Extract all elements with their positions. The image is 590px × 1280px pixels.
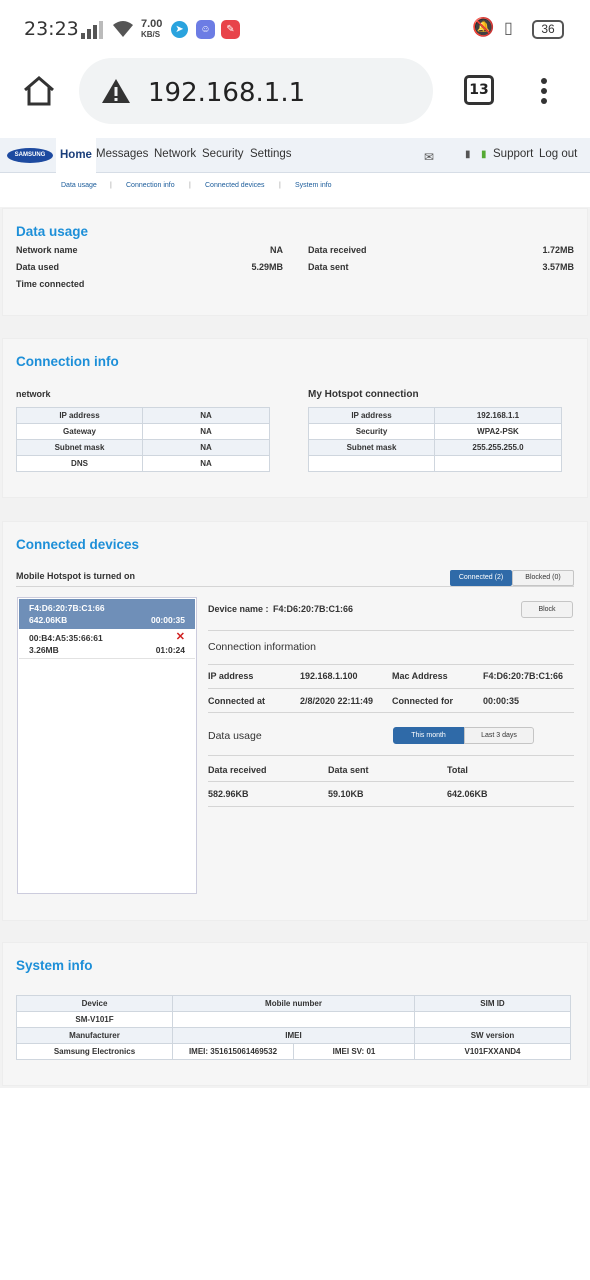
network-name-value: NA	[270, 245, 283, 255]
mac-value: F4:D6:20:7B:C1:66	[483, 671, 564, 681]
section-title: Connection info	[16, 354, 119, 369]
home-icon[interactable]	[22, 75, 56, 107]
table-row	[308, 455, 562, 472]
table-row: Subnet mask NA	[16, 439, 270, 456]
nav-home[interactable]: Home	[56, 138, 96, 173]
network-name-label: Network name	[16, 245, 78, 255]
table-row: DNS NA	[16, 455, 270, 472]
subnav-connection-info[interactable]: Connection info	[126, 182, 175, 189]
discord-icon: ☺	[196, 20, 215, 39]
more-menu-icon[interactable]	[538, 77, 550, 107]
device-list: F4:D6:20:7B:C1:66 642.06KB 00:00:35 00:B…	[17, 597, 197, 894]
section-title: System info	[16, 958, 93, 973]
device-data-usage-title: Data usage	[208, 730, 262, 742]
url-text[interactable]: 192.168.1.1	[148, 78, 305, 108]
status-time: 23:23	[24, 18, 79, 40]
table-row: Device Mobile number SIM ID	[16, 995, 571, 1012]
app-notification-icon: ✎	[221, 20, 240, 39]
table-row: Subnet mask 255.255.255.0	[308, 439, 562, 456]
network-table: IP address NA Gateway NA Subnet mask NA DNS…	[16, 407, 270, 472]
telegram-icon: ➤	[171, 21, 188, 38]
subnav-system-info[interactable]: System info	[295, 182, 332, 189]
device-name-value: F4:D6:20:7B:C1:66	[273, 604, 354, 614]
page-bottom	[0, 1088, 590, 1280]
mail-icon[interactable]: ✉	[424, 150, 434, 164]
connected-at-label: Connected at	[208, 696, 266, 706]
sent-value: 59.10KB	[328, 789, 364, 799]
top-nav: SAMSUNG Home Messages Network Security S…	[0, 138, 590, 173]
tab-switcher-button[interactable]: 13	[464, 75, 494, 105]
data-received-value: 1.72MB	[542, 245, 574, 255]
connected-devices-section: Connected devices Mobile Hotspot is turn…	[2, 521, 588, 921]
wifi-icon	[113, 21, 133, 37]
nav-network[interactable]: Network	[154, 148, 196, 160]
nav-support[interactable]: Support	[493, 148, 533, 160]
col-total: Total	[447, 765, 468, 775]
connected-for-label: Connected for	[392, 696, 454, 706]
tab-blocked[interactable]: Blocked (0)	[512, 570, 574, 586]
browser-toolbar: 192.168.1.1 13	[0, 58, 590, 138]
mute-icon: 🔕	[472, 17, 495, 37]
device-item[interactable]: 00:B4:A5:35:66:61 3.26MB 01:0:24 ✕	[19, 629, 195, 659]
device-item-selected[interactable]: F4:D6:20:7B:C1:66 642.06KB 00:00:35	[19, 599, 195, 629]
sub-nav: Data usage | Connection info | Connected…	[0, 173, 590, 207]
device-name-label: Device name :	[208, 604, 269, 614]
signal-icon	[81, 21, 103, 39]
table-row: IP address 192.168.1.1	[308, 407, 562, 424]
section-title: Data usage	[16, 224, 89, 239]
data-used-label: Data used	[16, 262, 60, 272]
connected-for-value: 00:00:35	[483, 696, 520, 706]
table-row: SM-V101F	[16, 1011, 571, 1028]
network-subtitle: network	[16, 389, 51, 399]
hotspot-subtitle: My Hotspot connection	[308, 389, 419, 400]
connection-info-section: Connection info network IP address NA Gat…	[2, 338, 588, 498]
net-speed-unit: KB/S	[141, 30, 161, 39]
col-data-sent: Data sent	[328, 765, 369, 775]
data-used-value: 5.29MB	[251, 262, 283, 272]
total-value: 642.06KB	[447, 789, 488, 799]
table-row: Manufacturer IMEI SW version	[16, 1027, 571, 1044]
section-title: Connected devices	[16, 537, 140, 552]
data-sent-label: Data sent	[308, 262, 349, 272]
data-sent-value: 3.57MB	[542, 262, 574, 272]
samsung-logo: SAMSUNG	[7, 148, 53, 163]
system-info-section: System info Device Mobile number SIM ID …	[2, 942, 588, 1086]
router-admin-page: SAMSUNG Home Messages Network Security S…	[0, 138, 590, 1280]
data-usage-section: Data usage Network name NA Data used 5.2…	[2, 208, 588, 316]
received-value: 582.96KB	[208, 789, 249, 799]
time-connected-label: Time connected	[16, 279, 85, 289]
nav-security[interactable]: Security	[202, 148, 244, 160]
tab-connected[interactable]: Connected (2)	[450, 570, 512, 586]
nav-settings[interactable]: Settings	[250, 148, 292, 160]
battery-icon: 36	[532, 20, 564, 39]
table-row: Security WPA2-PSK	[308, 423, 562, 440]
mac-label: Mac Address	[392, 671, 448, 681]
net-speed: 7.00	[141, 18, 163, 30]
connected-at-value: 2/8/2020 22:11:49	[300, 696, 374, 706]
table-row: Samsung Electronics IMEI: 35161506146953…	[16, 1043, 571, 1060]
table-row: IP address NA	[16, 407, 270, 424]
hotspot-status: Mobile Hotspot is turned on	[16, 571, 135, 581]
nav-messages[interactable]: Messages	[96, 148, 148, 160]
status-bar: 23:23 7.00 KB/S ➤ ☺ ✎ 🔕 ▯ 36	[0, 0, 590, 58]
system-info-table: Device Mobile number SIM ID SM-V101F Man…	[16, 995, 571, 1060]
data-received-label: Data received	[308, 245, 367, 255]
vibrate-icon: ▯	[504, 20, 513, 37]
last-3-days-button[interactable]: Last 3 days	[464, 727, 534, 744]
warning-icon[interactable]	[101, 78, 131, 104]
block-button[interactable]: Block	[521, 601, 573, 618]
ip-label: IP address	[208, 671, 254, 681]
col-data-received: Data received	[208, 765, 267, 775]
this-month-button[interactable]: This month	[393, 727, 464, 744]
subnav-data-usage[interactable]: Data usage	[61, 182, 97, 189]
disconnect-icon[interactable]: ✕	[176, 630, 185, 643]
hotspot-table: IP address 192.168.1.1 Security WPA2-PSK S…	[308, 407, 562, 472]
battery-status-icon: ▮	[481, 149, 487, 160]
connection-information-title: Connection information	[208, 641, 316, 653]
ip-value: 192.168.1.100	[300, 671, 358, 681]
subnav-connected-devices[interactable]: Connected devices	[205, 182, 265, 189]
nav-logout[interactable]: Log out	[539, 148, 577, 160]
table-row: Gateway NA	[16, 423, 270, 440]
sim-signal-icon: ▮	[465, 149, 471, 160]
